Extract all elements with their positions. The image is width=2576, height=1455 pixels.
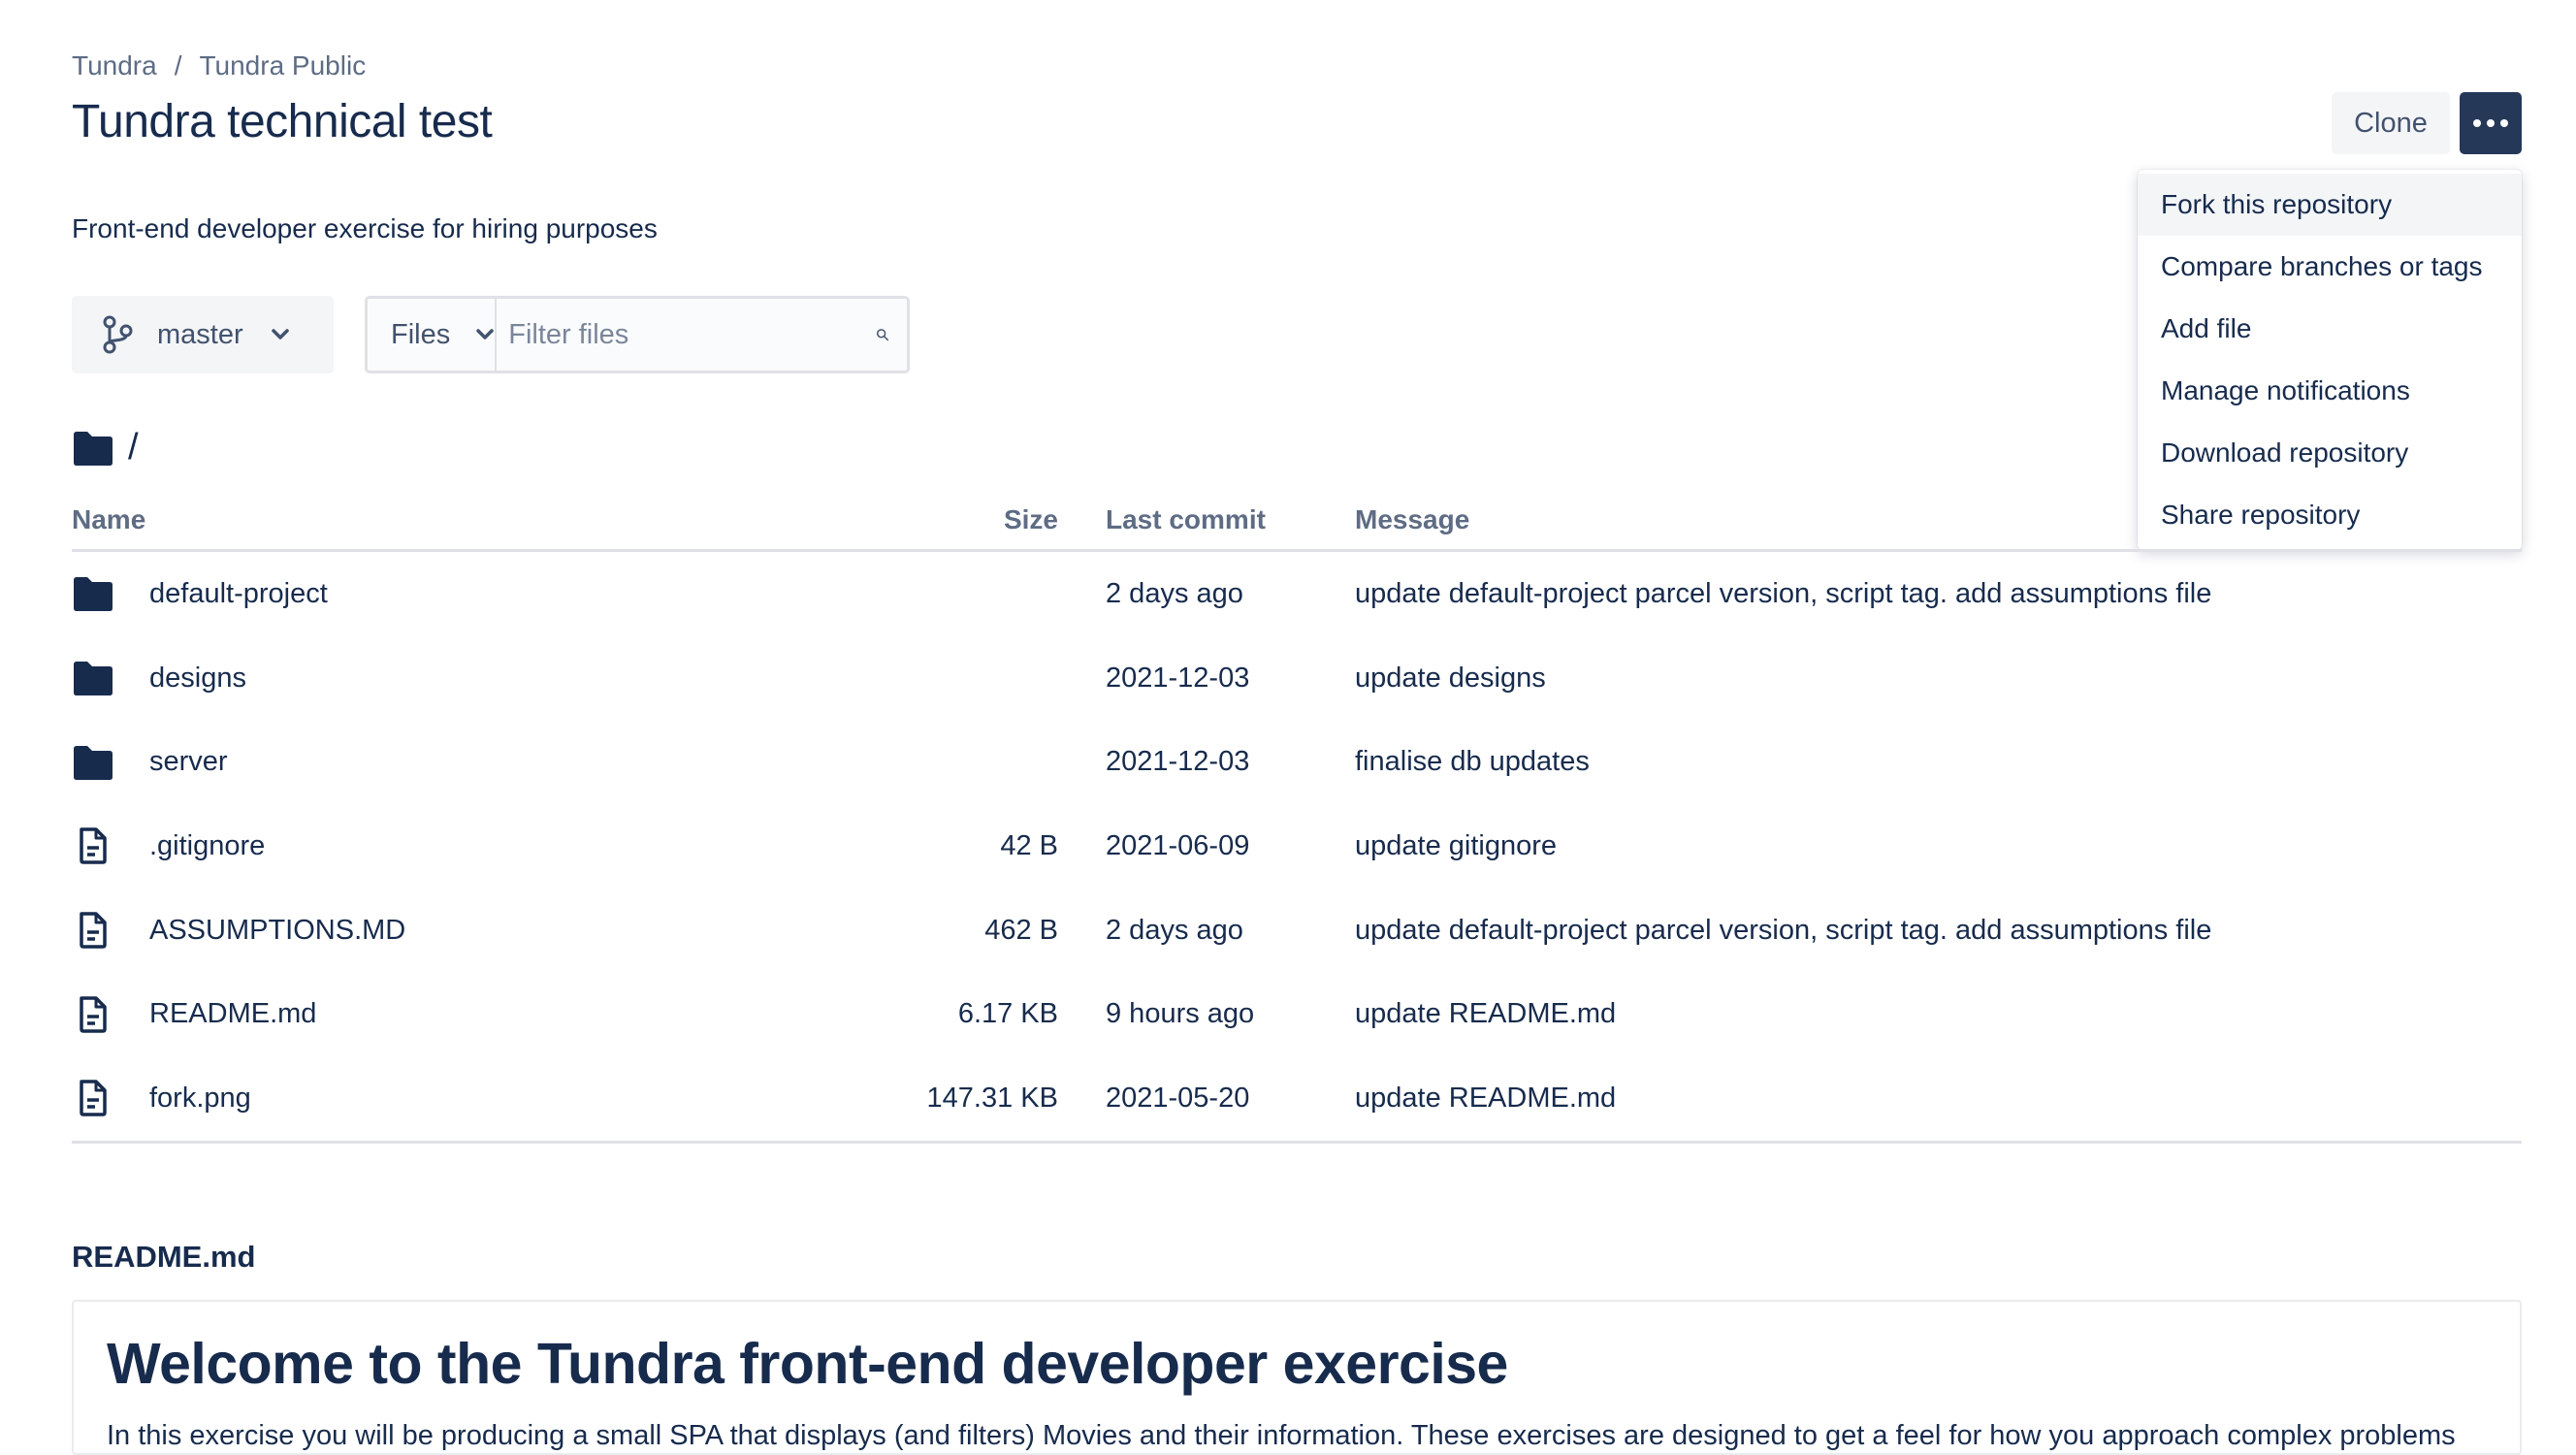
folder-icon bbox=[74, 577, 113, 612]
last-commit: 2 days ago bbox=[1106, 577, 1243, 609]
table-row[interactable]: ASSUMPTIONS.MD 462 B 2 days ago update d… bbox=[72, 889, 2522, 973]
commit-message: update gitignore bbox=[1355, 829, 1557, 861]
file-filter: Files bbox=[365, 296, 910, 373]
ellipsis-dot bbox=[2500, 119, 2508, 127]
menu-item-fork[interactable]: Fork this repository bbox=[2138, 174, 2522, 236]
readme-title: README.md bbox=[72, 1240, 256, 1274]
repo-description: Front-end developer exercise for hiring … bbox=[72, 213, 658, 243]
commit-message: update README.md bbox=[1355, 998, 1617, 1030]
chevron-down-icon bbox=[271, 329, 289, 340]
menu-item-add-file[interactable]: Add file bbox=[2138, 298, 2522, 360]
column-header-name[interactable]: Name bbox=[72, 504, 145, 535]
branch-icon bbox=[103, 315, 133, 354]
breadcrumb: Tundra / Tundra Public bbox=[72, 50, 366, 81]
table-row[interactable]: .gitignore 42 B 2021-06-09 update gitign… bbox=[72, 804, 2522, 889]
file-name-link[interactable]: default-project bbox=[149, 552, 328, 636]
ellipsis-dot bbox=[2487, 119, 2495, 127]
chevron-down-icon bbox=[476, 329, 494, 340]
ellipsis-icon bbox=[2473, 119, 2481, 127]
table-row[interactable]: README.md 6.17 KB 9 hours ago update REA… bbox=[72, 972, 2522, 1056]
readme-heading: Welcome to the Tundra front-end develope… bbox=[107, 1332, 1508, 1396]
clone-button[interactable]: Clone bbox=[2332, 92, 2450, 154]
file-icon bbox=[80, 827, 107, 865]
search-icon[interactable] bbox=[876, 321, 889, 348]
last-commit: 2021-12-03 bbox=[1106, 662, 1250, 694]
table-row[interactable]: fork.png 147.31 KB 2021-05-20 update REA… bbox=[72, 1056, 2522, 1141]
column-header-size[interactable]: Size bbox=[1004, 504, 1058, 535]
more-actions-menu: Fork this repository Compare branches or… bbox=[2138, 170, 2522, 550]
file-table: Name Size Last commit Message default-pr… bbox=[72, 495, 2522, 1144]
last-commit: 2021-12-03 bbox=[1106, 746, 1250, 778]
commit-message: update default-project parcel version, s… bbox=[1355, 577, 2212, 609]
file-icon bbox=[80, 1080, 107, 1117]
column-header-message[interactable]: Message bbox=[1355, 504, 1469, 535]
file-name-link[interactable]: designs bbox=[149, 636, 246, 721]
menu-item-manage-notifications[interactable]: Manage notifications bbox=[2138, 360, 2522, 422]
commit-message: finalise db updates bbox=[1355, 746, 1590, 778]
commit-message: update default-project parcel version, s… bbox=[1355, 914, 2212, 946]
commit-message: update README.md bbox=[1355, 1082, 1617, 1114]
file-name-link[interactable]: .gitignore bbox=[149, 804, 265, 889]
filter-mode-label: Files bbox=[391, 318, 451, 350]
branch-selector[interactable]: master bbox=[72, 296, 334, 373]
last-commit: 9 hours ago bbox=[1106, 998, 1255, 1030]
current-path: / bbox=[72, 427, 139, 469]
filter-mode-select[interactable]: Files bbox=[368, 299, 498, 371]
filter-files-input[interactable] bbox=[497, 298, 877, 372]
folder-icon bbox=[74, 431, 113, 466]
last-commit: 2021-06-09 bbox=[1106, 829, 1250, 861]
file-icon bbox=[80, 996, 107, 1033]
table-header: Name Size Last commit Message bbox=[72, 495, 2522, 552]
path-label: / bbox=[128, 427, 139, 468]
table-row[interactable]: designs 2021-12-03 update designs bbox=[72, 636, 2522, 721]
file-icon bbox=[80, 912, 107, 949]
page-title: Tundra technical test bbox=[72, 96, 493, 147]
file-name-link[interactable]: server bbox=[149, 720, 228, 804]
folder-icon bbox=[74, 745, 113, 780]
breadcrumb-separator: / bbox=[174, 50, 182, 81]
menu-item-compare[interactable]: Compare branches or tags bbox=[2138, 236, 2522, 298]
branch-label: master bbox=[157, 318, 243, 350]
readme-preview: Welcome to the Tundra front-end develope… bbox=[72, 1300, 2522, 1455]
file-name-link[interactable]: fork.png bbox=[149, 1056, 251, 1141]
breadcrumb-link-tundra-public[interactable]: Tundra Public bbox=[199, 50, 366, 81]
file-name-link[interactable]: ASSUMPTIONS.MD bbox=[149, 889, 405, 973]
more-actions-button[interactable] bbox=[2460, 92, 2522, 154]
last-commit: 2 days ago bbox=[1106, 914, 1243, 946]
file-name-link[interactable]: README.md bbox=[149, 972, 316, 1056]
breadcrumb-link-tundra[interactable]: Tundra bbox=[72, 50, 157, 81]
file-size: 6.17 KB bbox=[957, 998, 1058, 1030]
last-commit: 2021-05-20 bbox=[1106, 1082, 1250, 1114]
table-body: default-project 2 days ago update defaul… bbox=[72, 552, 2522, 1141]
commit-message: update designs bbox=[1355, 662, 1546, 694]
table-row[interactable]: default-project 2 days ago update defaul… bbox=[72, 552, 2522, 636]
readme-paragraph: In this exercise you will be producing a… bbox=[107, 1420, 2456, 1451]
column-header-last-commit[interactable]: Last commit bbox=[1106, 504, 1266, 535]
file-size: 42 B bbox=[1000, 829, 1058, 861]
table-row[interactable]: server 2021-12-03 finalise db updates bbox=[72, 720, 2522, 804]
menu-item-download[interactable]: Download repository bbox=[2138, 422, 2522, 484]
table-bottom-divider bbox=[72, 1140, 2522, 1144]
repository-page: Tundra / Tundra Public Tundra technical … bbox=[0, 0, 2576, 1455]
file-size: 462 B bbox=[984, 914, 1058, 946]
file-size: 147.31 KB bbox=[926, 1082, 1058, 1114]
folder-icon bbox=[74, 662, 113, 696]
